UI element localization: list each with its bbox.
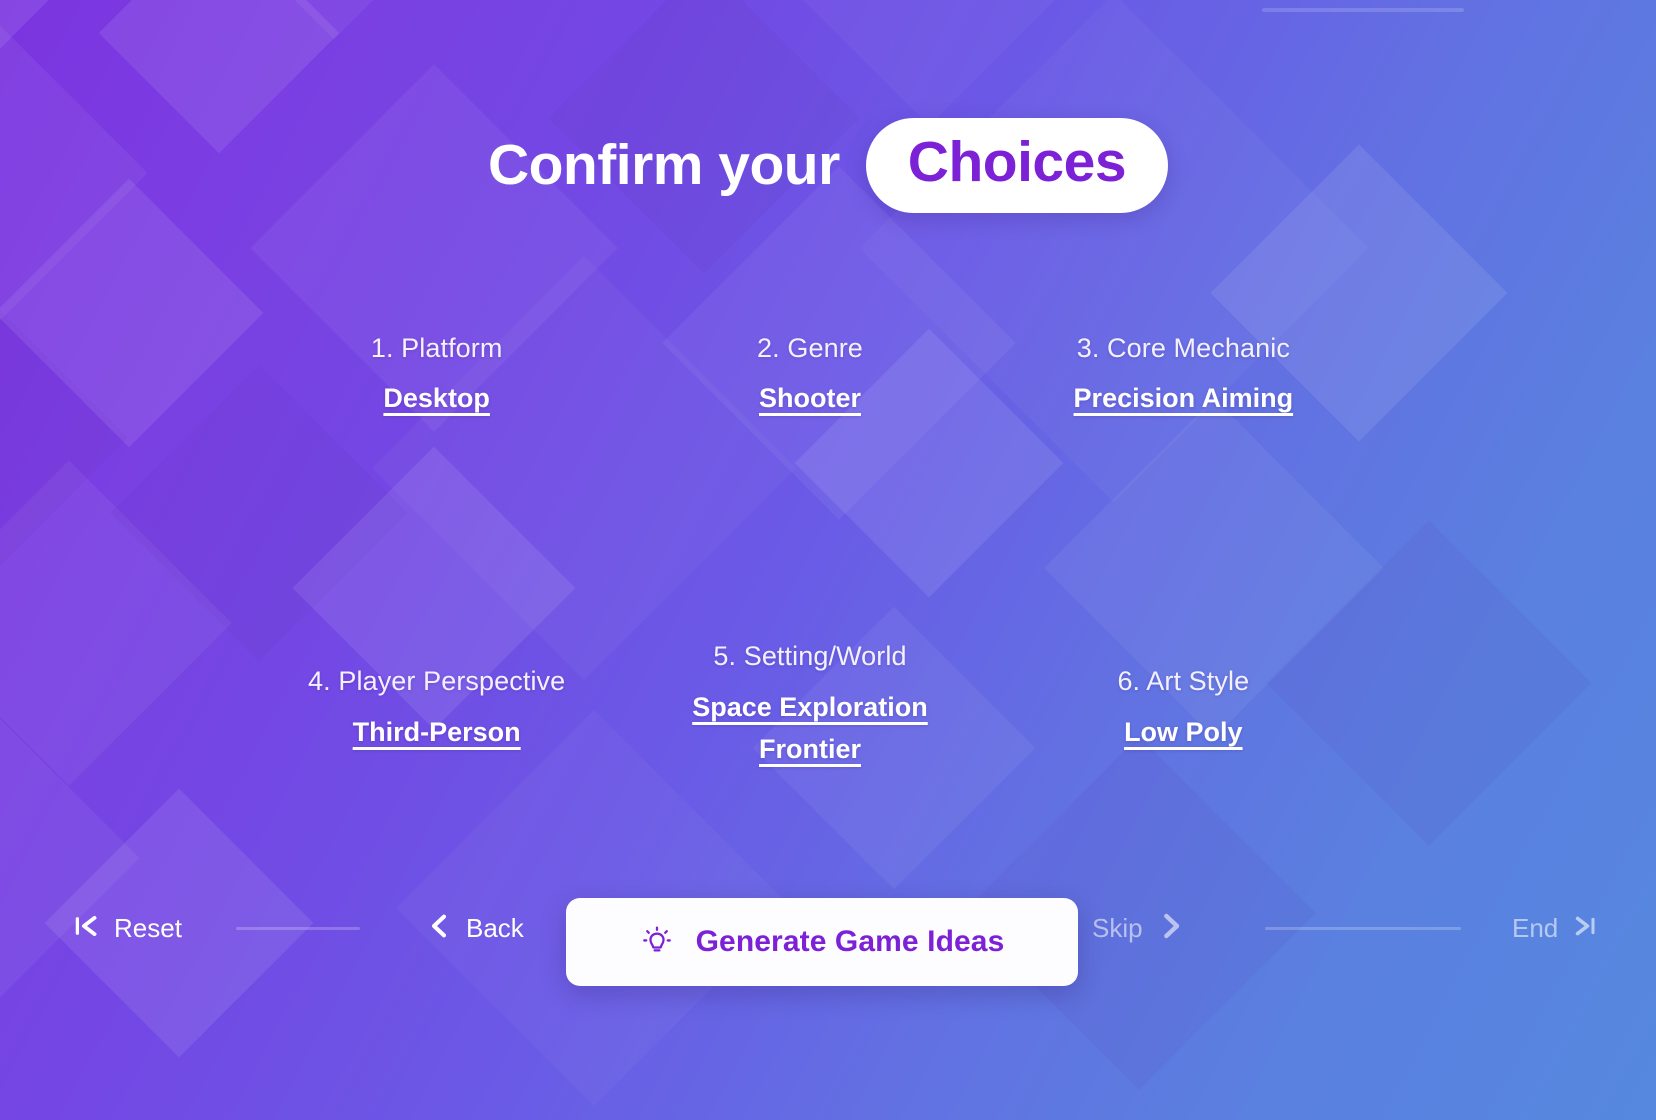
reset-label: Reset [114,913,182,943]
page-title: Confirm your Choices [0,118,1656,213]
choice-label: 2. Genre [757,333,863,363]
top-progress-sliver [1262,8,1464,12]
page-title-plain: Confirm your [487,133,840,197]
end-button[interactable]: End [1512,902,1598,954]
choices-grid: 1. Platform Desktop 2. Genre Shooter 3. … [250,330,1370,770]
choice-item-platform: 1. Platform Desktop [250,330,623,420]
chevron-right-icon [1155,910,1187,947]
nav-connector-left [236,927,360,930]
choice-label: 5. Setting/World [713,641,907,672]
back-label: Back [466,913,524,943]
choice-label: 1. Platform [370,333,503,363]
choice-item-art-style: 6. Art Style Low Poly [997,600,1370,770]
skip-button[interactable]: Skip [1092,902,1187,954]
lightbulb-idea-icon [640,924,674,961]
back-button[interactable]: Back [424,902,524,954]
skip-label: Skip [1092,913,1143,943]
skip-to-start-icon [72,911,102,946]
nav-connector-right [1265,927,1461,930]
page-title-highlight: Choices [907,130,1127,194]
choice-value[interactable]: Precision Aiming [1074,378,1294,420]
choice-label: 6. Art Style [1117,666,1250,697]
page-title-highlight-pill: Choices [865,118,1169,213]
choice-value[interactable]: Shooter [759,378,861,420]
reset-button[interactable]: Reset [72,902,182,954]
chevron-left-icon [424,911,454,946]
choice-item-setting-world: 5. Setting/World Space Exploration Front… [623,600,996,770]
choice-label: 4. Player Perspective [308,666,566,697]
choice-value[interactable]: Low Poly [1124,712,1243,754]
skip-to-end-icon [1570,912,1598,945]
choice-value[interactable]: Desktop [383,378,490,420]
choice-label: 3. Core Mechanic [1076,333,1290,363]
wizard-screen: Confirm your Choices 1. Platform Desktop… [0,0,1656,1120]
choice-value[interactable]: Space Exploration Frontier [680,687,940,771]
choice-value[interactable]: Third-Person [353,712,521,754]
generate-game-ideas-button[interactable]: Generate Game Ideas [566,898,1078,986]
end-label: End [1512,913,1559,943]
generate-game-ideas-label: Generate Game Ideas [695,925,1005,958]
choice-item-genre: 2. Genre Shooter [623,330,996,420]
choice-item-core-mechanic: 3. Core Mechanic Precision Aiming [997,330,1370,420]
choice-item-player-perspective: 4. Player Perspective Third-Person [250,600,623,770]
